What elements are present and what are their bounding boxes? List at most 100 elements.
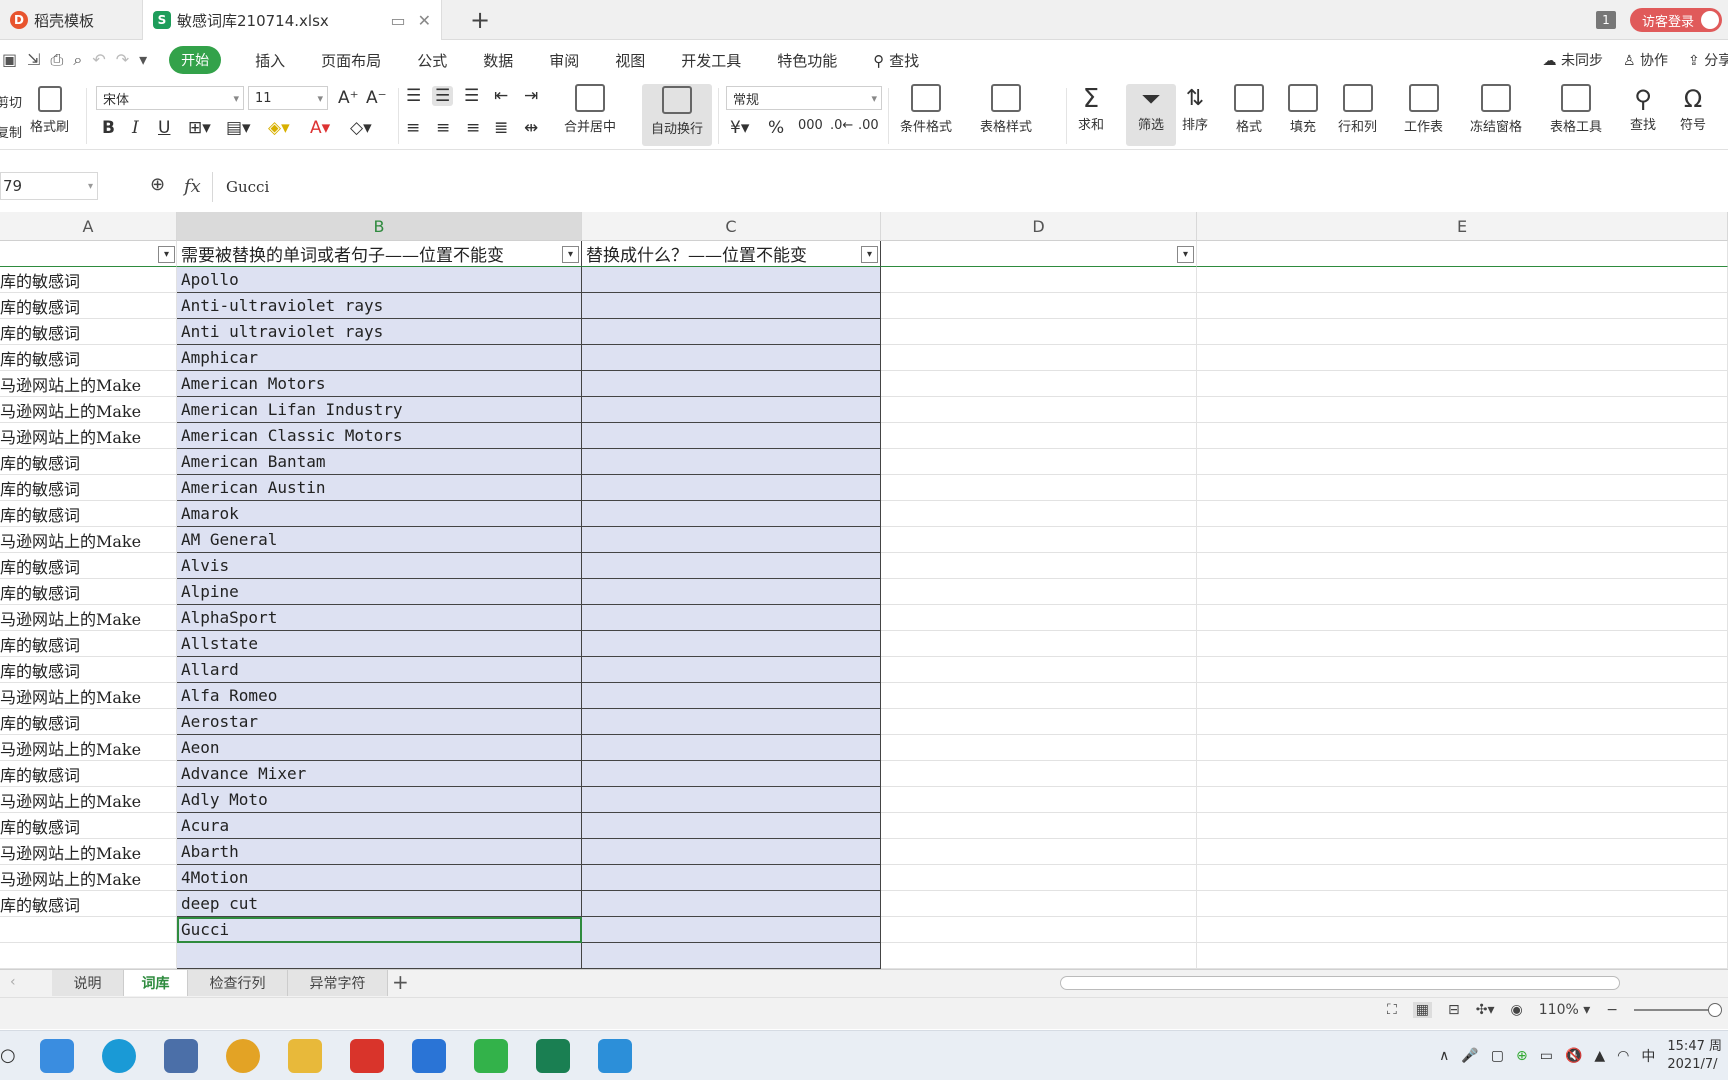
cell[interactable]	[1197, 709, 1728, 735]
cell[interactable]	[582, 579, 881, 605]
cell[interactable]	[1197, 631, 1728, 657]
cell[interactable]	[881, 501, 1197, 527]
format-painter-button[interactable]: 格式刷	[30, 86, 69, 135]
cell[interactable]: 马逊网站上的Make	[0, 527, 177, 553]
number-format-select[interactable]: 常规	[726, 86, 882, 110]
cell-style-icon[interactable]: ▤▾	[226, 118, 251, 138]
cell[interactable]	[1197, 891, 1728, 917]
cell[interactable]	[1197, 345, 1728, 371]
app-tray-icon[interactable]: ▲	[1594, 1048, 1605, 1064]
sort-button[interactable]: ⇅ 排序	[1182, 84, 1208, 133]
cell[interactable]	[881, 761, 1197, 787]
cell[interactable]	[881, 891, 1197, 917]
filter-dropdown-icon[interactable]: ▾	[1177, 246, 1194, 263]
cell[interactable]: Allstate	[177, 631, 582, 657]
cell[interactable]: American Motors	[177, 371, 582, 397]
microphone-icon[interactable]: 🎤	[1461, 1048, 1478, 1064]
distribute-icon[interactable]: ⇹	[524, 118, 538, 138]
sheet-tab-wordlist[interactable]: 词库	[124, 970, 188, 996]
cell[interactable]: 库的敏感词	[0, 293, 177, 319]
table-style-button[interactable]: 表格样式	[980, 84, 1032, 135]
horizontal-scrollbar[interactable]	[1060, 976, 1620, 990]
guest-login-button[interactable]: 访客登录	[1629, 8, 1722, 32]
battery-icon[interactable]: ▭	[1540, 1048, 1553, 1064]
cell[interactable]	[1197, 917, 1728, 943]
cell[interactable]	[881, 423, 1197, 449]
filter-dropdown-icon[interactable]: ▾	[562, 246, 579, 263]
cell[interactable]: Allard	[177, 657, 582, 683]
volume-mute-icon[interactable]: 🔇	[1565, 1048, 1582, 1064]
column-header-b[interactable]: B	[177, 212, 582, 241]
merge-center-button[interactable]: 合并居中	[564, 84, 616, 135]
menu-review[interactable]: 审阅	[549, 50, 579, 71]
sheet-tab-check-rows[interactable]: 检查行列	[188, 970, 288, 996]
underline-icon[interactable]: U	[158, 118, 170, 138]
cell[interactable]	[1197, 787, 1728, 813]
cell[interactable]	[881, 397, 1197, 423]
reading-layout-icon[interactable]: ✣▾	[1476, 1002, 1495, 1018]
cell[interactable]: American Lifan Industry	[177, 397, 582, 423]
zoom-out-icon[interactable]: −	[1606, 1002, 1618, 1018]
cell[interactable]	[582, 787, 881, 813]
cell[interactable]: 库的敏感词	[0, 579, 177, 605]
cell[interactable]: 库的敏感词	[0, 475, 177, 501]
cell[interactable]: Alvis	[177, 553, 582, 579]
zoom-slider[interactable]	[1634, 1003, 1722, 1017]
cell[interactable]	[582, 657, 881, 683]
cell[interactable]: 库的敏感词	[0, 449, 177, 475]
cell[interactable]: 马逊网站上的Make	[0, 865, 177, 891]
normal-view-icon[interactable]: ▦	[1412, 1002, 1433, 1018]
cell[interactable]	[1197, 865, 1728, 891]
menu-developer[interactable]: 开发工具	[681, 50, 741, 71]
cell[interactable]	[1197, 657, 1728, 683]
menu-insert[interactable]: 插入	[255, 50, 285, 71]
cell[interactable]	[881, 787, 1197, 813]
sheet-tab-abnormal-chars[interactable]: 异常字符	[288, 970, 388, 996]
justify-icon[interactable]: ≣	[494, 118, 508, 138]
cell[interactable]	[582, 709, 881, 735]
menu-features[interactable]: 特色功能	[777, 50, 837, 71]
align-top-icon[interactable]: ☰	[406, 86, 421, 106]
chevron-up-icon[interactable]: ∧	[1439, 1048, 1449, 1064]
increase-decimal-icon[interactable]: .0←	[830, 118, 853, 133]
add-icon[interactable]: ⊕	[1516, 1048, 1528, 1064]
system-clock[interactable]: 15:47 周 2021/7/	[1667, 1038, 1722, 1074]
cell[interactable]	[0, 943, 177, 969]
name-box[interactable]: 79	[0, 172, 98, 200]
shrink-font-icon[interactable]: A⁻	[366, 88, 387, 108]
cell[interactable]: Adly Moto	[177, 787, 582, 813]
filter-dropdown-icon[interactable]: ▾	[158, 246, 175, 263]
cell[interactable]: Abarth	[177, 839, 582, 865]
cell[interactable]: 库的敏感词	[0, 267, 177, 293]
print-icon[interactable]: ⎙	[51, 50, 64, 70]
cell[interactable]: 库的敏感词	[0, 891, 177, 917]
menu-view[interactable]: 视图	[615, 50, 645, 71]
cell[interactable]	[881, 865, 1197, 891]
cell[interactable]: Anti-ultraviolet rays	[177, 293, 582, 319]
cell[interactable]	[881, 319, 1197, 345]
cell[interactable]	[1197, 267, 1728, 293]
cell[interactable]	[881, 449, 1197, 475]
fill-color-icon[interactable]: ◈▾	[268, 118, 290, 138]
cell[interactable]	[1197, 475, 1728, 501]
tab-active-workbook[interactable]: S 敏感词库210714.xlsx ▭ ✕	[142, 0, 442, 40]
cell[interactable]	[1197, 293, 1728, 319]
cell[interactable]	[1197, 319, 1728, 345]
cell[interactable]	[1197, 241, 1728, 267]
cell[interactable]	[582, 449, 881, 475]
cell[interactable]: 库的敏感词	[0, 319, 177, 345]
increase-indent-icon[interactable]: ⇥	[524, 86, 538, 106]
cell[interactable]	[1197, 813, 1728, 839]
cell[interactable]	[881, 735, 1197, 761]
cell[interactable]: 马逊网站上的Make	[0, 839, 177, 865]
decrease-indent-icon[interactable]: ⇤	[494, 86, 508, 106]
chrome-icon[interactable]	[226, 1039, 260, 1073]
font-size-select[interactable]: 11	[248, 86, 328, 110]
redo-icon[interactable]: ↷	[116, 50, 129, 70]
percent-icon[interactable]: %	[768, 118, 784, 138]
cell[interactable]	[582, 917, 881, 943]
export-icon[interactable]: ⇲	[27, 50, 40, 70]
cell[interactable]	[881, 683, 1197, 709]
cell[interactable]	[582, 267, 881, 293]
cell[interactable]	[1197, 839, 1728, 865]
